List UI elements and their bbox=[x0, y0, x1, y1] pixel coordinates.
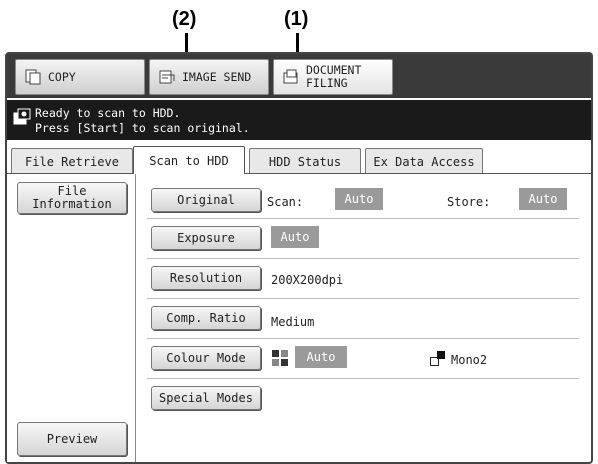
mono-icon bbox=[429, 349, 447, 367]
status-line-1: Ready to scan to HDD. bbox=[35, 106, 181, 120]
image-send-icon bbox=[158, 68, 176, 86]
row-divider bbox=[147, 298, 579, 299]
document-filing-icon bbox=[282, 68, 300, 86]
row-divider bbox=[147, 338, 579, 339]
resolution-value: 200X200dpi bbox=[271, 273, 344, 287]
scan-value: Auto bbox=[335, 188, 383, 210]
image-send-mode-tab[interactable]: IMAGE SEND bbox=[149, 59, 269, 95]
settings-panel: Original Scan: Auto Store: Auto Exposure… bbox=[137, 174, 589, 462]
copy-mode-label: COPY bbox=[48, 70, 76, 84]
row-divider bbox=[147, 218, 579, 219]
exposure-value: Auto bbox=[271, 226, 319, 248]
colour-mode-value: Auto bbox=[295, 346, 347, 368]
mode-bar: COPY IMAGE SEND DOCUMENT FILING bbox=[7, 54, 591, 98]
comp-ratio-button[interactable]: Comp. Ratio bbox=[151, 306, 261, 330]
callout-1: (1) bbox=[284, 8, 309, 30]
copy-icon bbox=[24, 68, 42, 86]
special-modes-button[interactable]: Special Modes bbox=[151, 386, 261, 410]
preview-button[interactable]: Preview bbox=[17, 422, 127, 456]
tab-scan-to-hdd[interactable]: Scan to HDD bbox=[133, 146, 245, 174]
store-value: Auto bbox=[519, 188, 567, 210]
file-information-button[interactable]: File Information bbox=[17, 182, 127, 214]
mono-value: Mono2 bbox=[451, 353, 488, 367]
copy-mode-tab[interactable]: COPY bbox=[15, 59, 145, 95]
scan-label: Scan: bbox=[267, 195, 304, 209]
row-divider bbox=[147, 378, 579, 379]
colour-mode-button[interactable]: Colour Mode bbox=[151, 346, 261, 370]
original-button[interactable]: Original bbox=[151, 188, 261, 212]
image-send-mode-label: IMAGE SEND bbox=[182, 70, 252, 84]
document-filing-line2: FILING bbox=[306, 76, 348, 90]
comp-ratio-value: Medium bbox=[271, 315, 315, 329]
resolution-button[interactable]: Resolution bbox=[151, 266, 261, 290]
callout-2: (2) bbox=[172, 8, 197, 30]
tab-ex-data-access[interactable]: Ex Data Access bbox=[365, 148, 483, 174]
message-icon bbox=[13, 108, 31, 126]
document-filing-line1: DOCUMENT bbox=[306, 63, 362, 77]
colour-icon bbox=[271, 349, 289, 367]
exposure-button[interactable]: Exposure bbox=[151, 226, 261, 250]
status-message-bar: Ready to scan to HDD. Press [Start] to s… bbox=[7, 100, 591, 140]
tab-hdd-status[interactable]: HDD Status bbox=[249, 148, 361, 174]
row-divider bbox=[147, 258, 579, 259]
store-label: Store: bbox=[447, 195, 491, 209]
document-filing-mode-tab[interactable]: DOCUMENT FILING bbox=[273, 59, 393, 95]
document-filing-mode-label: DOCUMENT FILING bbox=[306, 64, 361, 90]
tab-file-retrieve[interactable]: File Retrieve bbox=[11, 148, 133, 174]
status-line-2: Press [Start] to scan original. bbox=[35, 121, 250, 135]
device-panel: COPY IMAGE SEND DOCUMENT FILING Ready to… bbox=[5, 52, 593, 464]
file-information-line2: Information bbox=[32, 197, 112, 211]
sidebar: File Information Preview bbox=[7, 174, 136, 462]
